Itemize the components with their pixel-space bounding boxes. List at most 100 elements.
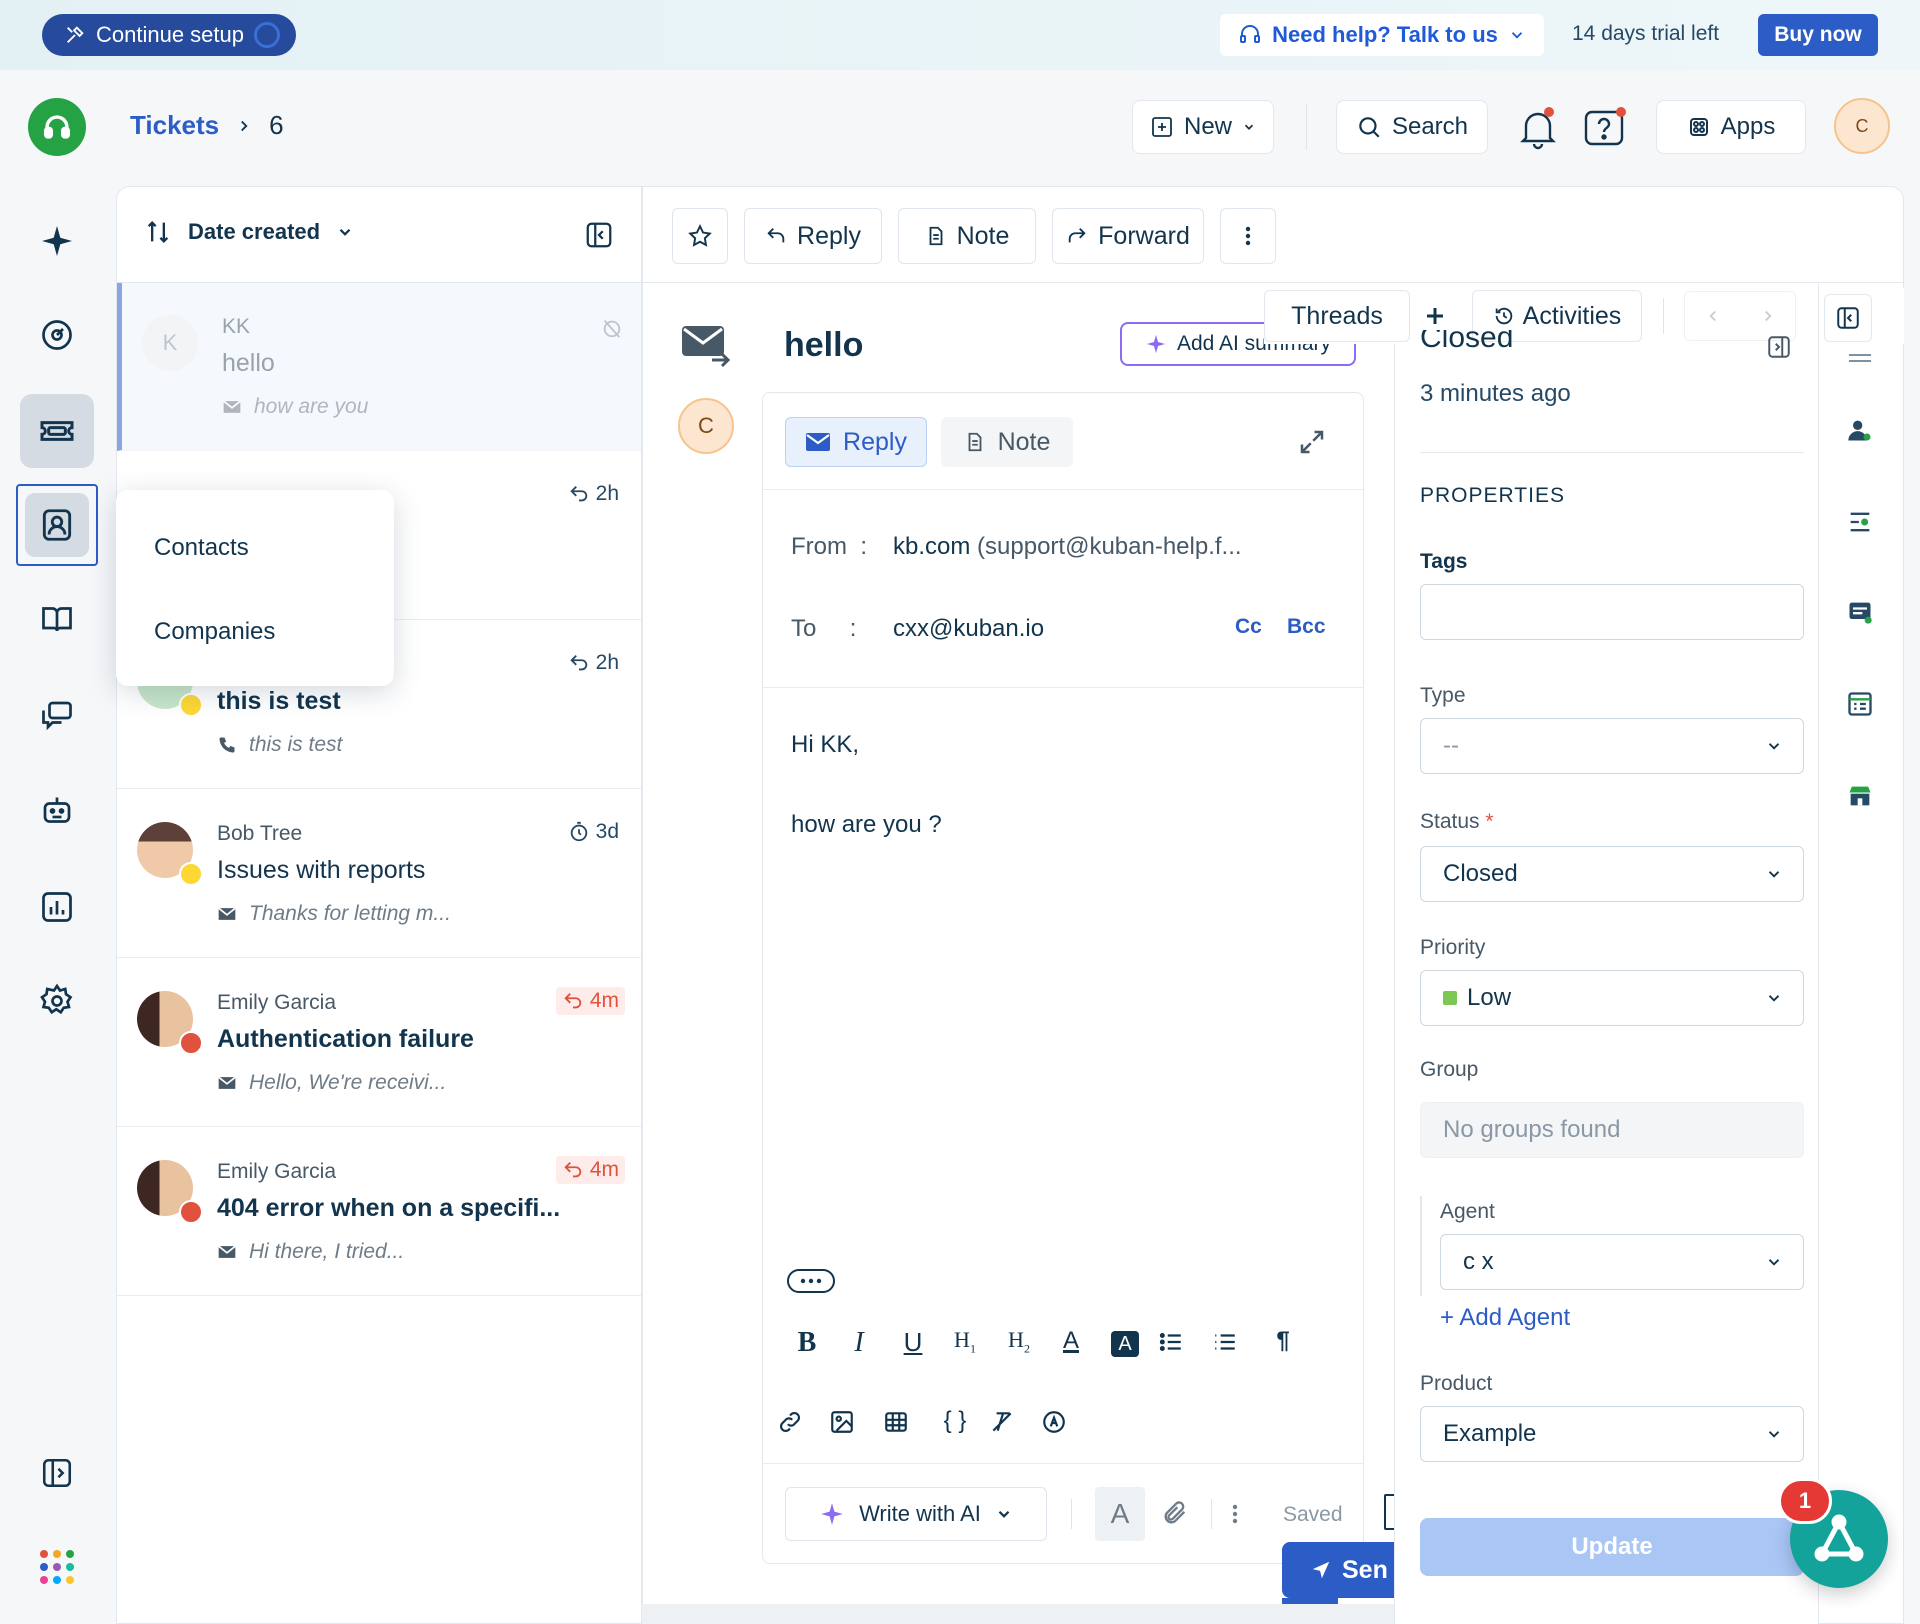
highlight-color-icon[interactable]: A: [1111, 1331, 1139, 1357]
rail-forms-icon[interactable]: [1840, 684, 1880, 724]
status-select[interactable]: Closed: [1420, 846, 1804, 902]
show-quoted-button[interactable]: [787, 1269, 835, 1293]
sort-dropdown[interactable]: Date created: [144, 218, 354, 246]
cc-link[interactable]: Cc: [1235, 615, 1262, 639]
nav-expand-sidebar[interactable]: [20, 1436, 94, 1510]
collapse-sidebar-button[interactable]: [1824, 294, 1872, 342]
star-button[interactable]: [672, 208, 728, 264]
from-value[interactable]: kb.com (support@kuban-help.f...: [893, 533, 1242, 561]
text-color-icon[interactable]: A: [1051, 1327, 1091, 1355]
panel-expand-icon[interactable]: [1766, 334, 1792, 360]
agent-select[interactable]: c x: [1440, 1234, 1804, 1290]
font-style-icon[interactable]: A: [1095, 1487, 1145, 1541]
heading1-icon[interactable]: H1: [945, 1327, 985, 1356]
ticket-row[interactable]: Emily Garcia Authentication failure Hell…: [117, 959, 641, 1127]
rail-store-icon[interactable]: [1840, 776, 1880, 816]
rail-contact-details-icon[interactable]: [1840, 410, 1880, 450]
italic-icon[interactable]: I: [839, 1327, 879, 1359]
composer-tab-note[interactable]: Note: [941, 417, 1073, 467]
product-select[interactable]: Example: [1420, 1406, 1804, 1462]
chevron-left-icon[interactable]: [1704, 307, 1722, 325]
threads-activities-bar: Threads Activities: [1264, 288, 1904, 344]
buy-now-button[interactable]: Buy now: [1758, 14, 1878, 56]
ticket-row[interactable]: K KK hello how are you: [117, 283, 641, 451]
type-select[interactable]: --: [1420, 718, 1804, 774]
breadcrumb-tickets-link[interactable]: Tickets: [130, 110, 219, 141]
threads-tab[interactable]: Threads: [1264, 290, 1410, 342]
collapse-list-icon[interactable]: [584, 220, 614, 250]
need-help-button[interactable]: Need help? Talk to us: [1220, 14, 1544, 56]
write-with-ai-button[interactable]: Write with AI: [785, 1487, 1047, 1541]
attachment-icon[interactable]: [1161, 1499, 1189, 1527]
bar-chart-icon: [39, 889, 75, 925]
apps-icon: [1687, 115, 1711, 139]
image-icon[interactable]: [829, 1409, 869, 1435]
update-button[interactable]: Update: [1420, 1518, 1804, 1576]
ticket-preview-text: this is test: [249, 733, 343, 756]
chevron-right-icon[interactable]: [1759, 307, 1777, 325]
nav-tickets[interactable]: [20, 394, 94, 468]
sidebar-expand-icon: [40, 1456, 74, 1490]
notification-count-badge: 1: [1778, 1478, 1832, 1524]
more-actions-button[interactable]: [1220, 208, 1276, 264]
send-button[interactable]: Sen: [1282, 1542, 1394, 1598]
menu-item-contacts[interactable]: Contacts: [154, 534, 249, 562]
tags-input[interactable]: [1420, 584, 1804, 640]
heading2-icon[interactable]: H2: [999, 1327, 1039, 1356]
help-question-icon[interactable]: [1582, 104, 1628, 152]
notifications-bell-icon[interactable]: [1516, 104, 1560, 152]
sender-avatar: C: [678, 398, 734, 454]
bcc-link[interactable]: Bcc: [1287, 615, 1326, 639]
underline-icon[interactable]: U: [893, 1327, 933, 1358]
apps-button[interactable]: Apps: [1656, 100, 1806, 154]
group-select[interactable]: No groups found: [1420, 1102, 1804, 1158]
body-greeting[interactable]: Hi KK,: [791, 731, 859, 759]
new-button[interactable]: New: [1132, 100, 1274, 154]
emoji-badge: [179, 862, 203, 886]
ticket-row[interactable]: Emily Garcia 404 error when on a specifi…: [117, 1128, 641, 1296]
nav-settings[interactable]: [20, 964, 94, 1038]
nav-conversations[interactable]: [20, 678, 94, 752]
add-agent-link[interactable]: + Add Agent: [1440, 1304, 1570, 1332]
nav-app-launcher[interactable]: [20, 1530, 94, 1604]
ticket-row[interactable]: Bob Tree Issues with reports Thanks for …: [117, 790, 641, 958]
nav-bots[interactable]: [20, 774, 94, 848]
user-avatar[interactable]: C: [1834, 98, 1890, 154]
composer-tab-reply[interactable]: Reply: [785, 417, 927, 467]
nav-ai-sparkle[interactable]: [20, 204, 94, 278]
reply-button[interactable]: Reply: [744, 208, 882, 264]
ordered-list-icon[interactable]: [1157, 1329, 1197, 1355]
clear-format-icon[interactable]: [989, 1409, 1029, 1435]
contacts-popup-menu: Contacts Companies: [116, 490, 394, 686]
body-text[interactable]: how are you ?: [791, 811, 942, 839]
menu-item-companies[interactable]: Companies: [154, 618, 275, 646]
rail-tasks-icon[interactable]: [1840, 502, 1880, 542]
rail-notes-icon[interactable]: [1840, 592, 1880, 632]
sparkle-icon: [39, 223, 75, 259]
nav-knowledge-base[interactable]: [20, 582, 94, 656]
bold-icon[interactable]: B: [787, 1327, 827, 1359]
header-divider: [1306, 104, 1307, 150]
priority-select[interactable]: Low: [1420, 970, 1804, 1026]
code-block-icon[interactable]: { }: [935, 1407, 975, 1435]
from-label: From :: [791, 533, 868, 560]
table-icon[interactable]: [883, 1409, 923, 1435]
nav-dashboard[interactable]: [20, 298, 94, 372]
nav-analytics[interactable]: [20, 870, 94, 944]
app-logo[interactable]: [28, 98, 86, 156]
search-button[interactable]: Search: [1336, 100, 1488, 154]
canned-response-icon[interactable]: [1041, 1409, 1081, 1435]
continue-setup-button[interactable]: Continue setup: [42, 14, 296, 56]
link-icon[interactable]: [777, 1409, 817, 1435]
chevron-down-icon: [1765, 1425, 1783, 1443]
kebab-menu-icon[interactable]: [1231, 1503, 1239, 1525]
agent-value: c x: [1463, 1248, 1494, 1275]
paragraph-icon[interactable]: ¶: [1263, 1327, 1303, 1355]
note-button[interactable]: Note: [898, 208, 1036, 264]
expand-icon[interactable]: [1297, 427, 1327, 457]
bullet-list-icon[interactable]: [1211, 1329, 1251, 1355]
to-field[interactable]: cxx@kuban.io: [893, 615, 1044, 643]
forward-button[interactable]: Forward: [1052, 208, 1204, 264]
nav-contacts[interactable]: [16, 484, 98, 566]
rail-timeline-icon[interactable]: [1840, 338, 1880, 378]
